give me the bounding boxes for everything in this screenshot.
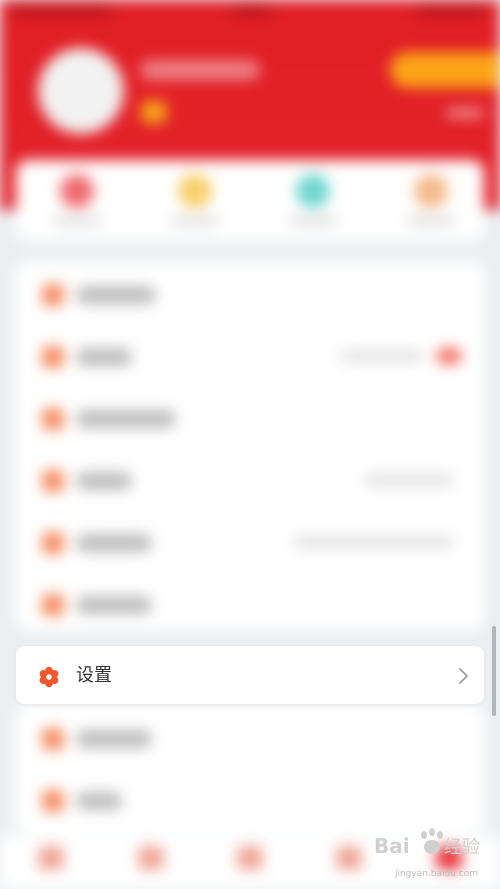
status-bar bbox=[0, 0, 500, 24]
baidu-jingyan-watermark: Bai 经验 bbox=[374, 828, 480, 858]
menu-row-icon bbox=[42, 532, 64, 554]
shortcut-label bbox=[407, 216, 455, 226]
menu-row[interactable] bbox=[16, 510, 484, 572]
shortcut-icon[interactable] bbox=[178, 174, 212, 208]
shortcut-icon[interactable] bbox=[414, 174, 448, 208]
tab-icon[interactable] bbox=[336, 846, 362, 870]
menu-row[interactable] bbox=[16, 324, 484, 386]
scrollbar-thumb[interactable] bbox=[492, 626, 496, 716]
menu-row-icon bbox=[42, 284, 64, 306]
vip-button[interactable] bbox=[390, 52, 500, 88]
shortcut-card bbox=[16, 160, 484, 240]
menu-row-label bbox=[76, 348, 132, 366]
header-link[interactable] bbox=[446, 108, 484, 118]
menu-row[interactable] bbox=[16, 448, 484, 510]
menu-row-label bbox=[76, 286, 156, 304]
menu-row-icon bbox=[42, 408, 64, 430]
tab-icon[interactable] bbox=[237, 846, 263, 870]
menu-row-value bbox=[340, 350, 424, 362]
badge-dot bbox=[436, 348, 462, 364]
menu-row[interactable] bbox=[16, 768, 484, 830]
tab-icon[interactable] bbox=[38, 846, 64, 870]
shortcut-label bbox=[289, 216, 337, 226]
menu-card bbox=[16, 262, 484, 630]
menu-row-label bbox=[76, 410, 176, 428]
blurred-background bbox=[0, 0, 500, 889]
avatar[interactable] bbox=[38, 48, 124, 134]
menu-row-value bbox=[294, 536, 454, 548]
level-badge bbox=[140, 100, 168, 124]
status-time bbox=[232, 6, 272, 16]
shortcut-icon[interactable] bbox=[60, 174, 94, 208]
shortcut-label bbox=[171, 216, 219, 226]
menu-row[interactable] bbox=[16, 386, 484, 448]
status-carrier bbox=[12, 6, 112, 16]
status-battery bbox=[416, 6, 486, 16]
menu-row-label bbox=[76, 534, 152, 552]
shortcut-icon[interactable] bbox=[296, 174, 330, 208]
chevron-right-icon bbox=[459, 668, 468, 684]
menu-row-icon bbox=[42, 728, 64, 750]
menu-row-icon bbox=[42, 594, 64, 616]
watermark-brand: Bai bbox=[374, 834, 410, 858]
menu-row-icon bbox=[42, 346, 64, 368]
gear-icon bbox=[39, 666, 59, 688]
menu-row-value bbox=[364, 474, 454, 486]
tab-icon[interactable] bbox=[138, 846, 164, 870]
menu-row[interactable] bbox=[16, 706, 484, 768]
menu-row-icon bbox=[42, 470, 64, 492]
menu-row-label bbox=[76, 596, 152, 614]
menu-row[interactable] bbox=[16, 262, 484, 324]
menu-row-label bbox=[76, 730, 152, 748]
shortcut-label bbox=[53, 216, 101, 226]
settings-label: 设置 bbox=[76, 665, 112, 686]
watermark-url: jingyan.baidu.com bbox=[394, 869, 478, 879]
menu-row-label bbox=[76, 472, 132, 490]
watermark-brand-suffix: 经验 bbox=[444, 837, 480, 858]
menu-row[interactable] bbox=[16, 572, 484, 634]
settings-row[interactable]: 设置 bbox=[15, 645, 485, 705]
menu-row-label bbox=[76, 792, 122, 810]
lower-menu-card bbox=[16, 704, 484, 834]
username bbox=[140, 60, 260, 80]
menu-row-icon bbox=[42, 790, 64, 812]
